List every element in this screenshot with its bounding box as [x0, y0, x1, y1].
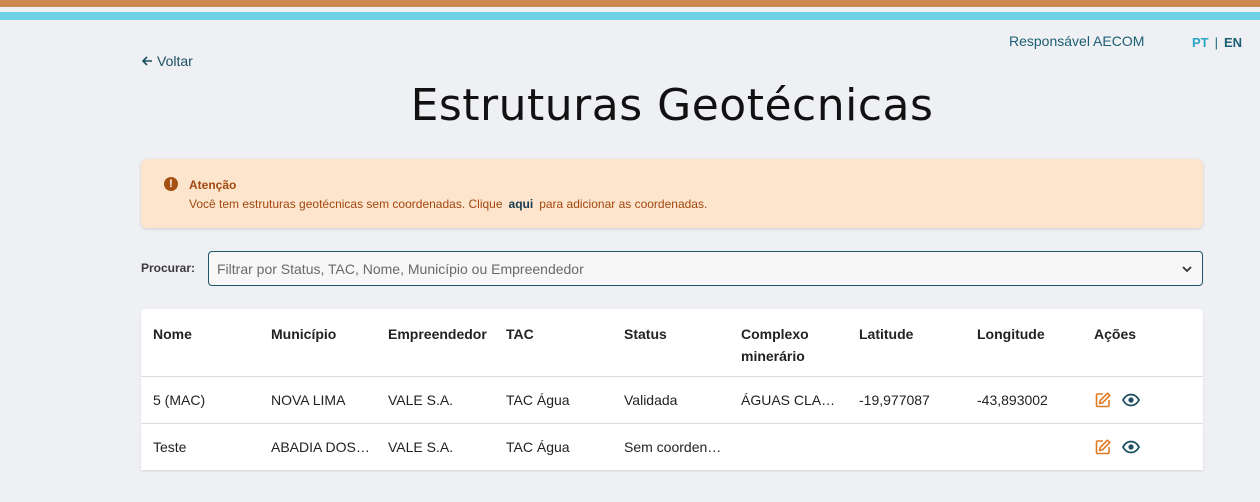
chevron-down-icon[interactable] — [1181, 263, 1193, 275]
structures-table: Nome Município Empreendedor TAC Status C… — [141, 309, 1203, 470]
alert-message: Você tem estruturas geotécnicas sem coor… — [189, 197, 707, 211]
col-header-nome[interactable]: Nome — [153, 323, 258, 345]
alert-icon: ! — [164, 177, 178, 191]
back-label: Voltar — [157, 53, 193, 69]
cell-nome: 5 (MAC) — [153, 392, 206, 408]
col-header-status[interactable]: Status — [624, 323, 724, 345]
lang-en-button[interactable]: EN — [1224, 35, 1242, 50]
col-header-tac[interactable]: TAC — [506, 323, 606, 345]
col-header-municipio[interactable]: Município — [271, 323, 371, 345]
page-title: Estruturas Geotécnicas — [410, 80, 934, 131]
alert-title: Atenção — [189, 178, 237, 192]
eye-icon[interactable] — [1122, 438, 1140, 456]
cell-municipio: NOVA LIMA — [271, 392, 346, 408]
alert-message-after: para adicionar as coordenadas. — [539, 197, 708, 211]
search-label: Procurar: — [141, 261, 196, 275]
edit-icon[interactable] — [1094, 391, 1112, 409]
alert-link-aqui[interactable]: aqui — [509, 197, 534, 211]
cell-municipio: ABADIA DOS … — [271, 439, 371, 455]
row-actions — [1094, 438, 1140, 456]
arrow-left-icon — [141, 56, 152, 66]
coordinates-alert: ! Atenção Você tem estruturas geotécnica… — [141, 159, 1203, 228]
top-stripe-blue — [0, 12, 1260, 20]
col-header-longitude[interactable]: Longitude — [977, 323, 1077, 345]
table-row[interactable]: 5 (MAC) NOVA LIMA VALE S.A. TAC Água Val… — [141, 377, 1203, 423]
col-header-complexo[interactable]: Complexo minerário — [741, 323, 841, 367]
language-switcher: PT | EN — [1192, 35, 1242, 50]
search-input[interactable] — [217, 259, 1167, 279]
cell-tac: TAC Água — [506, 439, 570, 455]
table-header: Nome Município Empreendedor TAC Status C… — [141, 309, 1203, 376]
edit-icon[interactable] — [1094, 438, 1112, 456]
cell-latitude: -19,977087 — [859, 392, 930, 408]
eye-icon[interactable] — [1122, 391, 1140, 409]
row-actions — [1094, 391, 1140, 409]
lang-pt-button[interactable]: PT — [1192, 35, 1209, 50]
cell-longitude: -43,893002 — [977, 392, 1048, 408]
back-button[interactable]: Voltar — [141, 53, 193, 69]
col-header-acoes: Ações — [1094, 326, 1137, 342]
cell-empreendedor: VALE S.A. — [388, 439, 454, 455]
cell-nome: Teste — [153, 439, 187, 455]
cell-tac: TAC Água — [506, 392, 570, 408]
responsavel-link[interactable]: Responsável AECOM — [1009, 33, 1144, 49]
table-row[interactable]: Teste ABADIA DOS … VALE S.A. TAC Água Se… — [141, 424, 1203, 470]
top-stripe-orange — [0, 0, 1260, 7]
alert-message-before: Você tem estruturas geotécnicas sem coor… — [189, 197, 503, 211]
cell-status: Sem coorden… — [624, 439, 722, 455]
col-header-empreendedor[interactable]: Empreendedor — [388, 323, 493, 345]
cell-empreendedor: VALE S.A. — [388, 392, 454, 408]
cell-status: Validada — [624, 392, 678, 408]
lang-separator: | — [1214, 35, 1219, 50]
col-header-latitude[interactable]: Latitude — [859, 323, 964, 345]
search-filter-select[interactable] — [208, 251, 1203, 286]
cell-complexo: ÁGUAS CLAR… — [741, 392, 841, 408]
